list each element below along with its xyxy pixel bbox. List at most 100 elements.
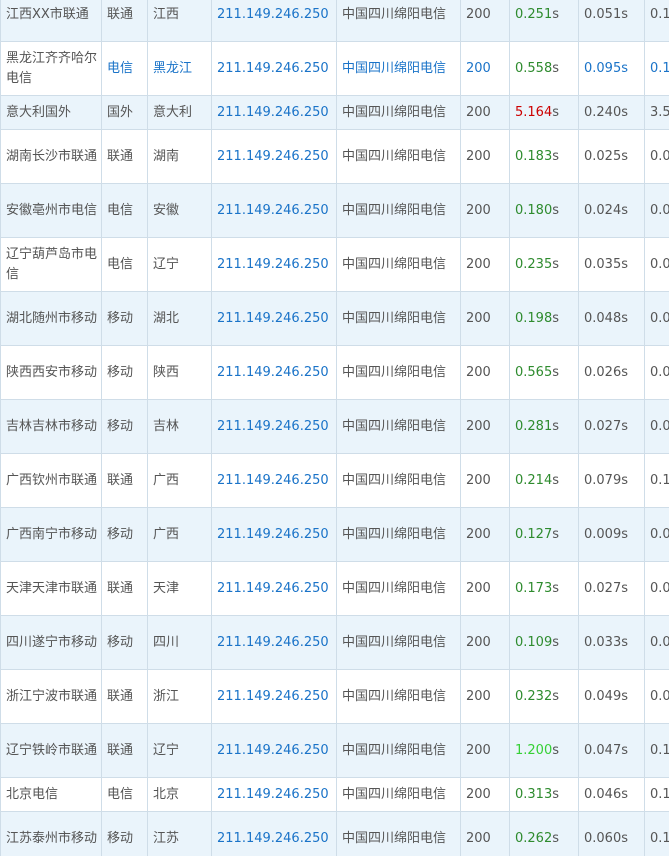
total-time-value: 0.558 bbox=[515, 60, 553, 76]
connect-time-cell: 0.10 bbox=[644, 811, 669, 856]
connect-time-cell: 0.04 bbox=[644, 507, 669, 562]
ip-cell: 211.149.246.250 bbox=[211, 291, 337, 346]
ip-cell: 211.149.246.250 bbox=[211, 95, 337, 130]
resolve-time-cell: 0.240s bbox=[578, 95, 645, 130]
node-name-cell: 广西钦州市联通 bbox=[0, 453, 102, 508]
province-cell: 意大利 bbox=[147, 95, 212, 130]
ip-location-cell: 中国四川绵阳电信 bbox=[336, 237, 461, 292]
status-code-cell: 200 bbox=[460, 561, 510, 616]
results-table-body: 江西XX市联通 联通 江西 211.149.246.250 中国四川绵阳电信 2… bbox=[0, 0, 669, 856]
total-time-value: 1.200 bbox=[515, 742, 553, 758]
province-cell: 广西 bbox=[147, 453, 212, 508]
total-time-unit: s bbox=[552, 634, 559, 650]
total-time-unit: s bbox=[552, 472, 559, 488]
total-time-cell: 0.262s bbox=[509, 811, 579, 856]
ip-cell: 211.149.246.250 bbox=[211, 723, 337, 778]
ip-cell: 211.149.246.250 bbox=[211, 237, 337, 292]
total-time-value: 0.180 bbox=[515, 202, 553, 218]
table-row: 湖南长沙市联通 联通 湖南 211.149.246.250 中国四川绵阳电信 2… bbox=[0, 129, 669, 184]
status-code-cell: 200 bbox=[460, 777, 510, 812]
isp-cell: 移动 bbox=[101, 811, 148, 856]
total-time-value: 0.198 bbox=[515, 310, 553, 326]
connect-time-cell: 0.08 bbox=[644, 237, 669, 292]
results-table: 江西XX市联通 联通 江西 211.149.246.250 中国四川绵阳电信 2… bbox=[0, 0, 669, 856]
status-code-cell: 200 bbox=[460, 507, 510, 562]
node-name-cell: 四川遂宁市移动 bbox=[0, 615, 102, 670]
isp-cell: 联通 bbox=[101, 0, 148, 42]
isp-cell: 移动 bbox=[101, 507, 148, 562]
ip-location-cell: 中国四川绵阳电信 bbox=[336, 723, 461, 778]
total-time-cell: 0.313s bbox=[509, 777, 579, 812]
resolve-time-cell: 0.025s bbox=[578, 129, 645, 184]
isp-cell: 电信 bbox=[101, 41, 148, 96]
isp-cell: 电信 bbox=[101, 183, 148, 238]
isp-cell: 移动 bbox=[101, 345, 148, 400]
total-time-unit: s bbox=[552, 580, 559, 596]
resolve-time-cell: 0.035s bbox=[578, 237, 645, 292]
total-time-cell: 0.173s bbox=[509, 561, 579, 616]
table-row: 四川遂宁市移动 移动 四川 211.149.246.250 中国四川绵阳电信 2… bbox=[0, 615, 669, 670]
total-time-value: 0.183 bbox=[515, 148, 553, 164]
ip-cell: 211.149.246.250 bbox=[211, 811, 337, 856]
status-code-cell: 200 bbox=[460, 669, 510, 724]
connect-time-cell: 0.08 bbox=[644, 291, 669, 346]
table-row: 辽宁铁岭市联通 联通 辽宁 211.149.246.250 中国四川绵阳电信 2… bbox=[0, 723, 669, 778]
province-cell: 辽宁 bbox=[147, 237, 212, 292]
connect-time-cell: 0.11 bbox=[644, 453, 669, 508]
status-code-cell: 200 bbox=[460, 95, 510, 130]
status-code-cell: 200 bbox=[460, 723, 510, 778]
connect-time-cell: 0.06 bbox=[644, 345, 669, 400]
connect-time-cell: 0.16 bbox=[644, 41, 669, 96]
total-time-cell: 0.183s bbox=[509, 129, 579, 184]
ip-cell: 211.149.246.250 bbox=[211, 561, 337, 616]
province-cell: 陕西 bbox=[147, 345, 212, 400]
table-row: 江西XX市联通 联通 江西 211.149.246.250 中国四川绵阳电信 2… bbox=[0, 0, 669, 42]
total-time-value: 0.313 bbox=[515, 786, 553, 802]
resolve-time-cell: 0.049s bbox=[578, 669, 645, 724]
isp-cell: 联通 bbox=[101, 723, 148, 778]
resolve-time-cell: 0.048s bbox=[578, 291, 645, 346]
total-time-unit: s bbox=[552, 202, 559, 218]
isp-cell: 移动 bbox=[101, 399, 148, 454]
total-time-unit: s bbox=[552, 364, 559, 380]
ip-location-cell: 中国四川绵阳电信 bbox=[336, 129, 461, 184]
ip-cell: 211.149.246.250 bbox=[211, 41, 337, 96]
table-row: 吉林吉林市移动 移动 吉林 211.149.246.250 中国四川绵阳电信 2… bbox=[0, 399, 669, 454]
isp-cell: 联通 bbox=[101, 561, 148, 616]
resolve-time-cell: 0.026s bbox=[578, 345, 645, 400]
table-row: 辽宁葫芦岛市电信 电信 辽宁 211.149.246.250 中国四川绵阳电信 … bbox=[0, 237, 669, 292]
status-code-cell: 200 bbox=[460, 453, 510, 508]
table-row: 黑龙江齐齐哈尔电信 电信 黑龙江 211.149.246.250 中国四川绵阳电… bbox=[0, 41, 669, 96]
province-cell: 吉林 bbox=[147, 399, 212, 454]
connect-time-cell: 0.09 bbox=[644, 399, 669, 454]
connect-time-cell: 0.10 bbox=[644, 0, 669, 42]
total-time-value: 0.262 bbox=[515, 830, 553, 846]
ip-cell: 211.149.246.250 bbox=[211, 129, 337, 184]
isp-cell: 移动 bbox=[101, 615, 148, 670]
ip-location-cell: 中国四川绵阳电信 bbox=[336, 95, 461, 130]
resolve-time-cell: 0.060s bbox=[578, 811, 645, 856]
total-time-unit: s bbox=[552, 104, 559, 120]
total-time-cell: 0.180s bbox=[509, 183, 579, 238]
status-code-cell: 200 bbox=[460, 291, 510, 346]
ip-cell: 211.149.246.250 bbox=[211, 345, 337, 400]
ip-cell: 211.149.246.250 bbox=[211, 777, 337, 812]
connect-time-cell: 0.06 bbox=[644, 129, 669, 184]
total-time-unit: s bbox=[552, 786, 559, 802]
province-cell: 四川 bbox=[147, 615, 212, 670]
status-code-cell: 200 bbox=[460, 399, 510, 454]
total-time-unit: s bbox=[552, 688, 559, 704]
province-cell: 江苏 bbox=[147, 811, 212, 856]
ip-location-cell: 中国四川绵阳电信 bbox=[336, 811, 461, 856]
total-time-value: 0.214 bbox=[515, 472, 553, 488]
ip-cell: 211.149.246.250 bbox=[211, 615, 337, 670]
isp-cell: 联通 bbox=[101, 453, 148, 508]
connect-time-cell: 3.54 bbox=[644, 95, 669, 130]
total-time-unit: s bbox=[552, 418, 559, 434]
total-time-unit: s bbox=[552, 6, 559, 22]
ip-location-cell: 中国四川绵阳电信 bbox=[336, 453, 461, 508]
ip-location-cell: 中国四川绵阳电信 bbox=[336, 615, 461, 670]
connect-time-cell: 0.06 bbox=[644, 561, 669, 616]
resolve-time-cell: 0.046s bbox=[578, 777, 645, 812]
status-code-cell: 200 bbox=[460, 0, 510, 42]
